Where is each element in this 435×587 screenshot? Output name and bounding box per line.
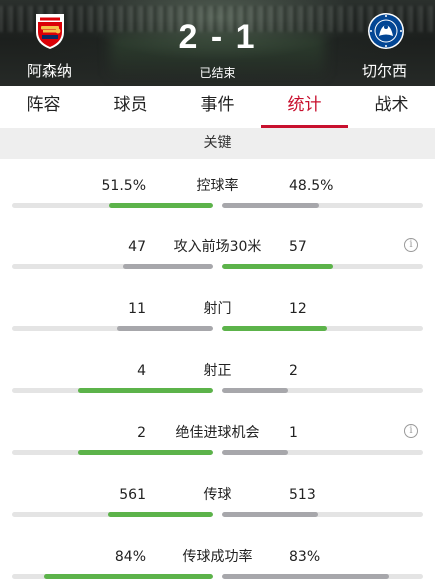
home-stat-bar: [12, 574, 213, 579]
stat-away-value: 513: [289, 487, 316, 503]
stat-away-value: 48.5%: [289, 178, 334, 194]
stat-label: 射门: [203, 301, 232, 317]
away-stat-bar: [222, 264, 423, 269]
tab-label: 阵容: [26, 95, 61, 115]
away-stat-bar-fill: [222, 203, 319, 208]
tab-label: 球员: [113, 95, 148, 115]
home-stat-bar: [12, 326, 213, 331]
home-stat-bar-fill: [44, 574, 213, 579]
home-stat-bar-fill: [108, 512, 213, 517]
away-stat-bar-fill: [222, 264, 333, 269]
home-stat-bar: [12, 512, 213, 517]
stat-away-value: 2: [289, 363, 298, 379]
stat-row: 4 射正 2: [0, 348, 435, 410]
away-stat-bar: [222, 388, 423, 393]
away-stat-bar-fill: [222, 326, 327, 331]
tab-stats[interactable]: 统计: [261, 86, 348, 128]
away-team-name[interactable]: 切尔西: [362, 60, 407, 81]
stat-row: 2 绝佳进球机会 1 i: [0, 410, 435, 472]
tab-events[interactable]: 事件: [174, 86, 261, 128]
stat-label: 攻入前场30米: [173, 239, 262, 255]
stat-label: 控球率: [196, 178, 239, 194]
away-stat-bar: [222, 450, 423, 455]
home-stat-bar: [12, 450, 213, 455]
away-stat-bar: [222, 326, 423, 331]
stat-row: 51.5% 控球率 48.5%: [0, 163, 435, 225]
away-stat-bar: [222, 574, 423, 579]
home-stat-bar-fill: [117, 326, 213, 331]
home-stat-bar: [12, 388, 213, 393]
stat-row: 47 攻入前场30米 57 i: [0, 224, 435, 286]
away-stat-bar-fill: [222, 574, 389, 579]
stat-away-value: 57: [289, 239, 307, 255]
info-icon[interactable]: i: [404, 238, 418, 252]
home-stat-bar: [12, 264, 213, 269]
away-stat-bar: [222, 512, 423, 517]
home-stat-bar-fill: [78, 450, 213, 455]
tab-lineup[interactable]: 阵容: [0, 86, 87, 128]
stat-label: 传球: [203, 487, 232, 503]
stat-label: 射正: [203, 363, 232, 379]
info-icon[interactable]: i: [404, 424, 418, 438]
tab-label: 事件: [200, 95, 235, 115]
match-header: 阿森纳 2 - 1 已结束 切尔西: [0, 0, 435, 86]
stat-label: 绝佳进球机会: [175, 425, 260, 441]
away-stat-bar-fill: [222, 388, 288, 393]
stat-row: 561 传球 513: [0, 472, 435, 534]
home-stat-bar-fill: [109, 203, 213, 208]
stat-row: 84% 传球成功率 83%: [0, 534, 435, 587]
tab-bar: 阵容 球员 事件 统计 战术: [0, 86, 435, 128]
stat-away-value: 12: [289, 301, 307, 317]
tab-label: 统计: [287, 95, 322, 115]
away-stat-bar: [222, 203, 423, 208]
tab-label: 战术: [374, 95, 409, 115]
section-header-key: 关键: [0, 128, 435, 159]
home-stat-bar-fill: [78, 388, 213, 393]
away-stat-bar-fill: [222, 512, 318, 517]
away-stat-bar-fill: [222, 450, 288, 455]
tab-tactics[interactable]: 战术: [348, 86, 435, 128]
stat-away-value: 83%: [289, 549, 321, 565]
chelsea-crest-icon[interactable]: [367, 12, 405, 50]
stat-away-value: 1: [289, 425, 298, 441]
home-stat-bar-fill: [123, 264, 213, 269]
home-stat-bar: [12, 203, 213, 208]
stat-row: 11 射门 12: [0, 286, 435, 348]
tab-players[interactable]: 球员: [87, 86, 174, 128]
stat-label: 传球成功率: [182, 549, 253, 565]
